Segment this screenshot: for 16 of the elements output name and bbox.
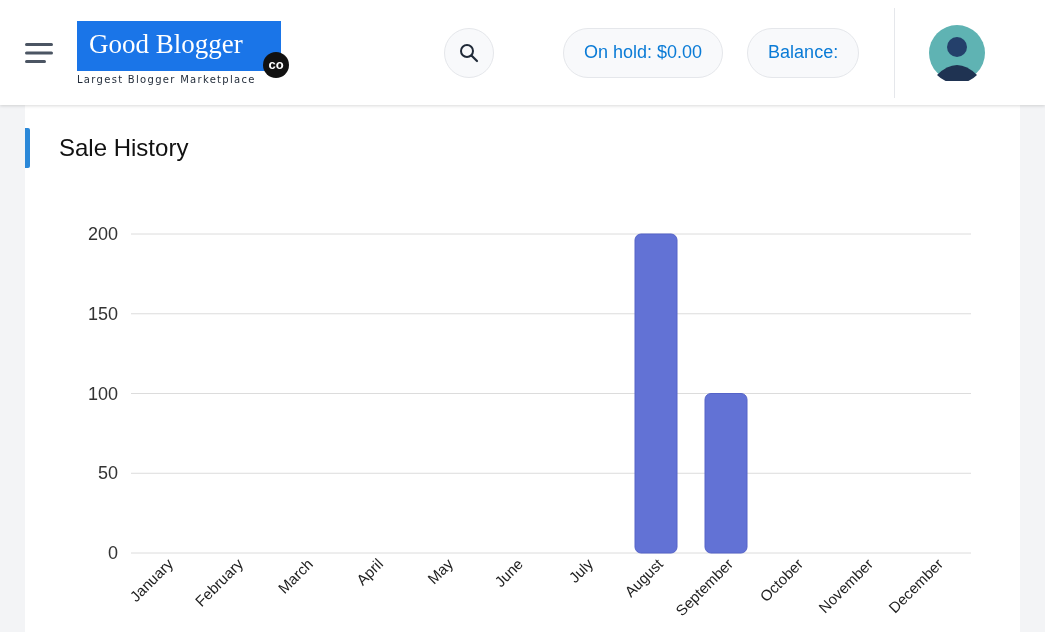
search-icon (459, 42, 479, 63)
card-title: Sale History (59, 134, 189, 162)
x-axis-label: May (424, 555, 457, 588)
logo-tagline: Largest Blogger Marketplace (77, 73, 257, 85)
search-button[interactable] (444, 27, 494, 78)
y-axis-label: 50 (97, 463, 118, 484)
avatar[interactable] (929, 24, 986, 81)
logo-badge: co (263, 51, 289, 78)
balance-pill[interactable]: Balance: (747, 27, 860, 78)
balance-pill[interactable]: On hold: $0.00 (563, 27, 724, 78)
y-axis-label: 100 (87, 383, 118, 404)
x-axis-label: July (565, 555, 597, 586)
menu-icon[interactable] (25, 41, 53, 64)
y-axis-label: 0 (108, 543, 118, 563)
y-axis-label: 150 (87, 303, 118, 324)
y-axis-label: 200 (87, 224, 118, 244)
